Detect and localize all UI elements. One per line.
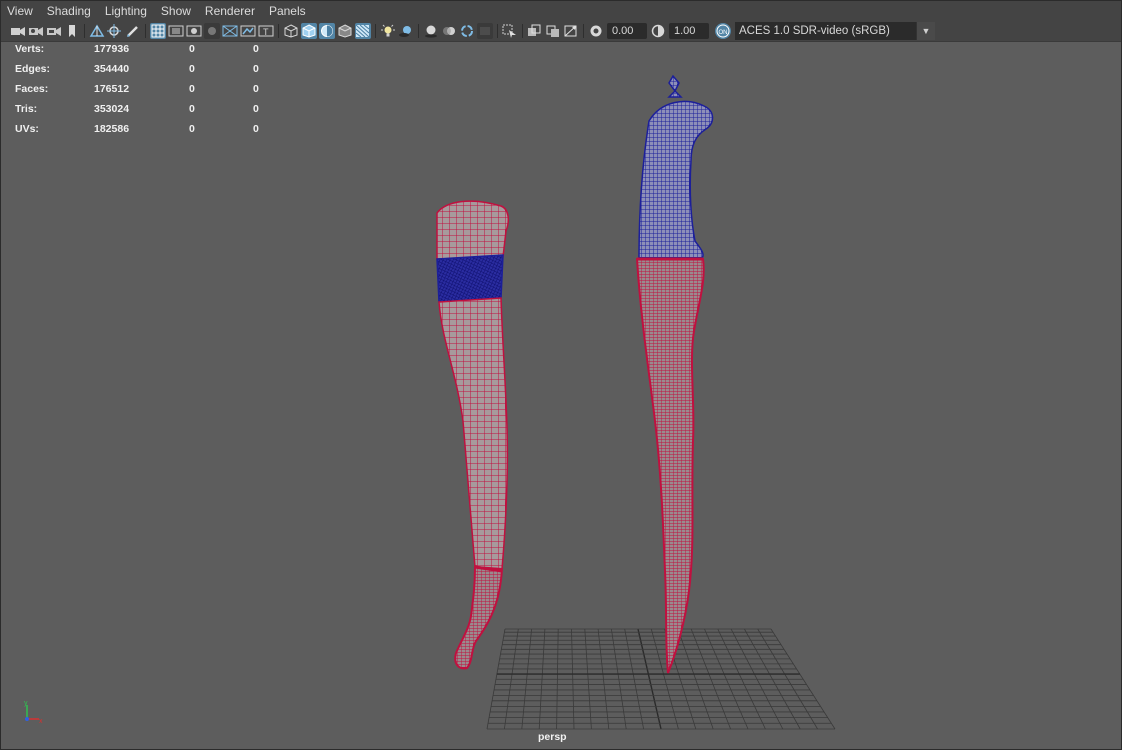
hud-row-uvs: UVs: 182586 0 0 — [15, 123, 275, 143]
hud-value-selected: 0 — [189, 103, 195, 115]
view-axis-gizmo: y x — [24, 700, 43, 725]
hud-value-selected-component: 0 — [253, 63, 259, 75]
hud-row-faces: Faces: 176512 0 0 — [15, 83, 275, 103]
hud-row-edges: Edges: 354440 0 0 — [15, 63, 275, 83]
hud-row-verts: Verts: 177936 0 0 — [15, 43, 275, 63]
hud-label: Tris: — [15, 103, 38, 115]
hud-row-tris: Tris: 353024 0 0 — [15, 103, 275, 123]
poly-count-hud: Verts: 177936 0 0 Edges: 354440 0 0 Face… — [15, 43, 275, 143]
dagger-mesh[interactable] — [635, 74, 714, 674]
hud-value-selected-component: 0 — [253, 103, 259, 115]
hud-value-total: 354440 — [94, 63, 130, 75]
svg-text:x: x — [39, 718, 43, 725]
hud-value-selected-component: 0 — [253, 83, 259, 95]
hud-label: Verts: — [15, 43, 45, 55]
hud-value-total: 176512 — [94, 83, 130, 95]
hud-value-selected: 0 — [189, 63, 195, 75]
sheath-mesh[interactable] — [436, 200, 510, 670]
ground-grid — [486, 628, 836, 730]
hud-value-total: 182586 — [94, 123, 130, 135]
hud-label: UVs: — [15, 123, 39, 135]
hud-value-selected: 0 — [189, 123, 195, 135]
hud-label: Edges: — [15, 63, 51, 75]
hud-value-total: 353024 — [94, 103, 130, 115]
hud-value-selected-component: 0 — [253, 43, 259, 55]
hud-value-selected: 0 — [189, 83, 195, 95]
maya-viewport-panel[interactable]: View Shading Lighting Show Renderer Pane… — [0, 0, 1122, 750]
hud-value-selected: 0 — [189, 43, 195, 55]
hud-label: Faces: — [15, 83, 49, 95]
hud-value-total: 177936 — [94, 43, 130, 55]
svg-text:y: y — [24, 700, 28, 707]
camera-name-label: persp — [538, 731, 567, 743]
hud-value-selected-component: 0 — [253, 123, 259, 135]
